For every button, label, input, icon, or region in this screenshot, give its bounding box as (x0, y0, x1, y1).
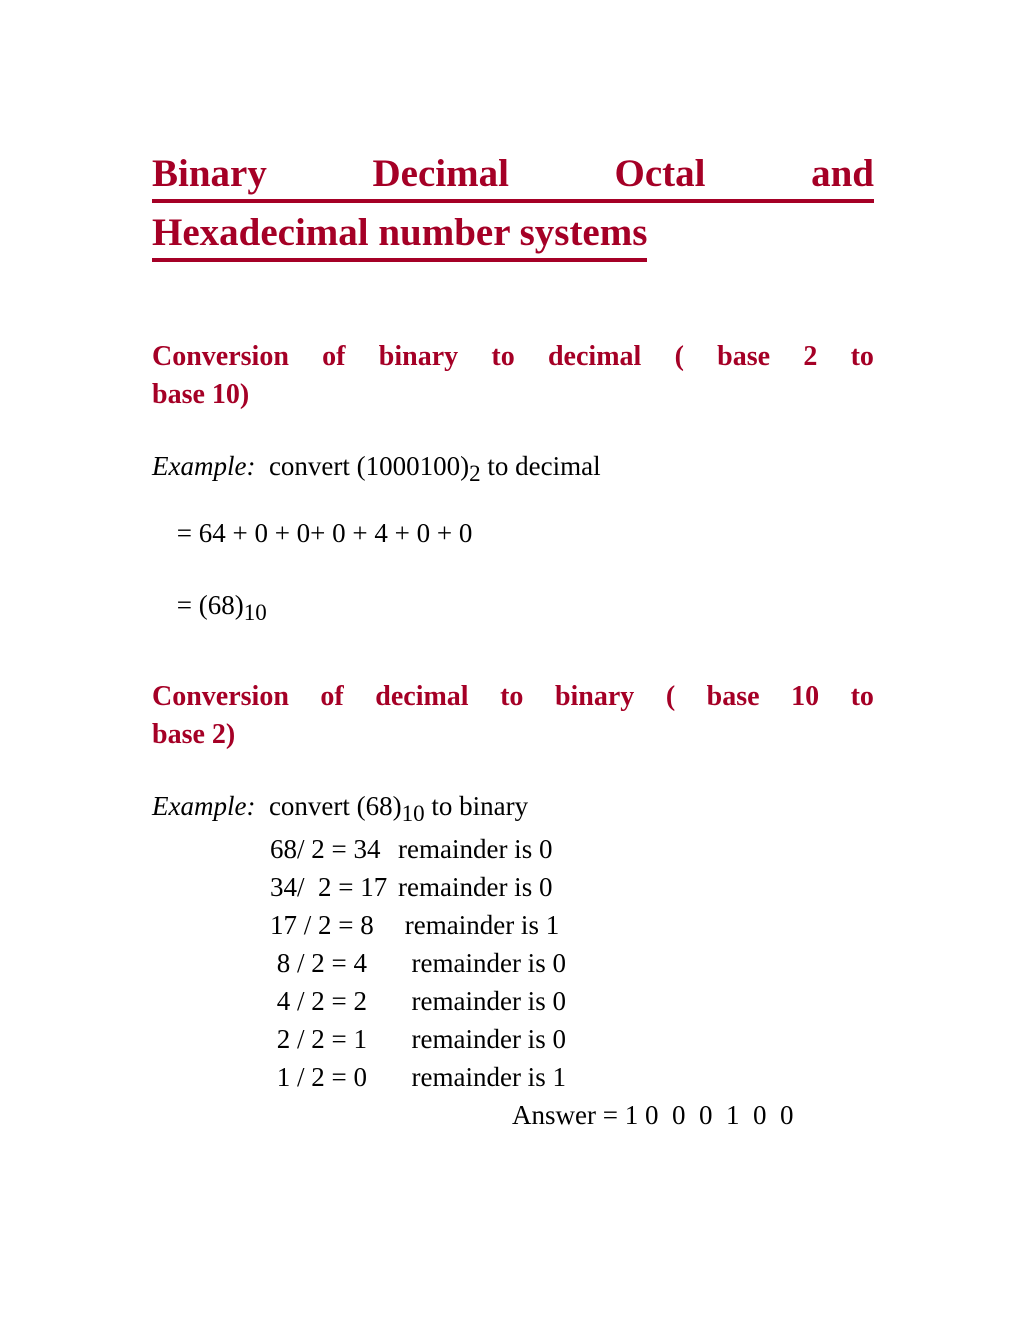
equation-result-line: = (68)10 (152, 589, 874, 629)
division-lhs: 1 / 2 = 0 (270, 1061, 367, 1092)
s1-w4: decimal (547, 341, 642, 372)
division-lhs: 2 / 2 = 1 (270, 1023, 367, 1054)
division-rhs: remainder is 0 (398, 871, 553, 902)
division-rhs: remainder is 1 (398, 1061, 566, 1092)
example-text-after-2: to binary (424, 790, 529, 821)
division-step-row: 68/ 2 = 34 remainder is 0 (152, 830, 874, 868)
s1-w5: ( (674, 341, 684, 372)
s1-w6: base (717, 341, 771, 372)
section-heading-binary-to-decimal: Conversion of binary to decimal ( base 2… (152, 338, 874, 414)
example-label-1: Example: (152, 451, 256, 481)
s2-w6: base (706, 680, 760, 712)
page-title-word-decimal: Decimal (372, 152, 509, 195)
division-lhs: 4 / 2 = 2 (270, 985, 367, 1016)
spacer-eq1-eq2 (152, 550, 874, 589)
document-page: Binary Decimal Octal and Hexadecimal num… (0, 0, 1020, 1320)
document-content: Binary Decimal Octal and Hexadecimal num… (152, 150, 874, 1134)
example-label-2: Example: (152, 790, 256, 821)
s2-w7: 10 (791, 680, 820, 712)
division-rhs: remainder is 0 (398, 1023, 566, 1054)
division-step-row: 2 / 2 = 1 remainder is 0 (152, 1020, 874, 1058)
division-step-row: 4 / 2 = 2 remainder is 0 (152, 982, 874, 1020)
answer-line: Answer = 1 0 0 0 1 0 0 (512, 1099, 794, 1130)
s1-w1: of (322, 341, 346, 372)
division-step-row: 1 / 2 = 0 remainder is 1 (152, 1058, 874, 1096)
spacer-title-section (152, 262, 874, 338)
s1-w7: 2 (803, 341, 818, 372)
s2-w4: binary (554, 680, 635, 712)
spacer-section1-example (152, 414, 874, 450)
page-title-word-and: and (811, 152, 874, 195)
equation-result-value: = (68) (170, 589, 244, 620)
section2-heading-line-1: Conversion of decimal to binary ( base 1… (152, 678, 874, 716)
section2-heading-line-2: base 2) (152, 718, 236, 750)
division-lhs: 68/ 2 = 34 (270, 833, 381, 864)
page-title-line-1: Binary Decimal Octal and (152, 150, 874, 203)
s2-w0: Conversion (152, 680, 289, 712)
example-text-after-1: to decimal (480, 451, 601, 481)
section-heading-decimal-to-binary: Conversion of decimal to binary ( base 1… (152, 678, 874, 754)
section1-heading-line-1: Conversion of binary to decimal ( base 2… (152, 338, 874, 376)
division-rhs: remainder is 1 (398, 909, 560, 940)
equation-result-subscript: 10 (243, 599, 267, 625)
division-lhs: 17 / 2 = 8 (270, 909, 374, 940)
division-steps-list: 68/ 2 = 34 remainder is 0 34/ 2 = 17 remai… (152, 830, 874, 1134)
section1-heading-line-2: base 10) (152, 379, 250, 410)
spacer-example-eq1 (152, 490, 874, 517)
division-rhs: remainder is 0 (398, 833, 553, 864)
page-title-word-octal: Octal (614, 152, 706, 195)
division-step-row: 8 / 2 = 4 remainder is 0 (152, 944, 874, 982)
s1-w0: Conversion (152, 341, 289, 372)
example-line-binary-to-decimal: Example: convert (1000100)2 to decimal (152, 450, 874, 490)
page-title-line-2: Hexadecimal number systems (152, 209, 648, 262)
spacer-section2-example (152, 754, 874, 790)
s1-w2: binary (378, 341, 459, 372)
s2-w8: to (850, 680, 874, 712)
example-line-decimal-to-binary: Example: convert (68)10 to binary (152, 790, 874, 830)
example-subscript-2: 10 (401, 800, 425, 826)
division-rhs: remainder is 0 (398, 985, 566, 1016)
s2-w3: to (500, 680, 524, 712)
s1-w3: to (491, 341, 515, 372)
division-step-row: 34/ 2 = 17 remainder is 0 (152, 868, 874, 906)
division-lhs: 8 / 2 = 4 (270, 947, 367, 978)
spacer-eq2-section2 (152, 629, 874, 678)
division-lhs: 34/ 2 = 17 (270, 871, 388, 902)
example-text-before-1: convert (1000100) (255, 451, 470, 481)
page-title-word-binary: Binary (152, 152, 267, 195)
example-text-before-2: convert (68) (255, 790, 402, 821)
equation-sum-line: = 64 + 0 + 0+ 0 + 4 + 0 + 0 (170, 517, 473, 548)
division-rhs: remainder is 0 (398, 947, 566, 978)
s2-w5: ( (665, 680, 676, 712)
s1-w8: to (850, 341, 874, 372)
example-subscript-1: 2 (469, 460, 481, 486)
s2-w2: decimal (375, 680, 469, 712)
page-title: Binary Decimal Octal and Hexadecimal num… (152, 150, 874, 262)
s2-w1: of (320, 680, 344, 712)
division-step-row: 17 / 2 = 8 remainder is 1 (152, 906, 874, 944)
